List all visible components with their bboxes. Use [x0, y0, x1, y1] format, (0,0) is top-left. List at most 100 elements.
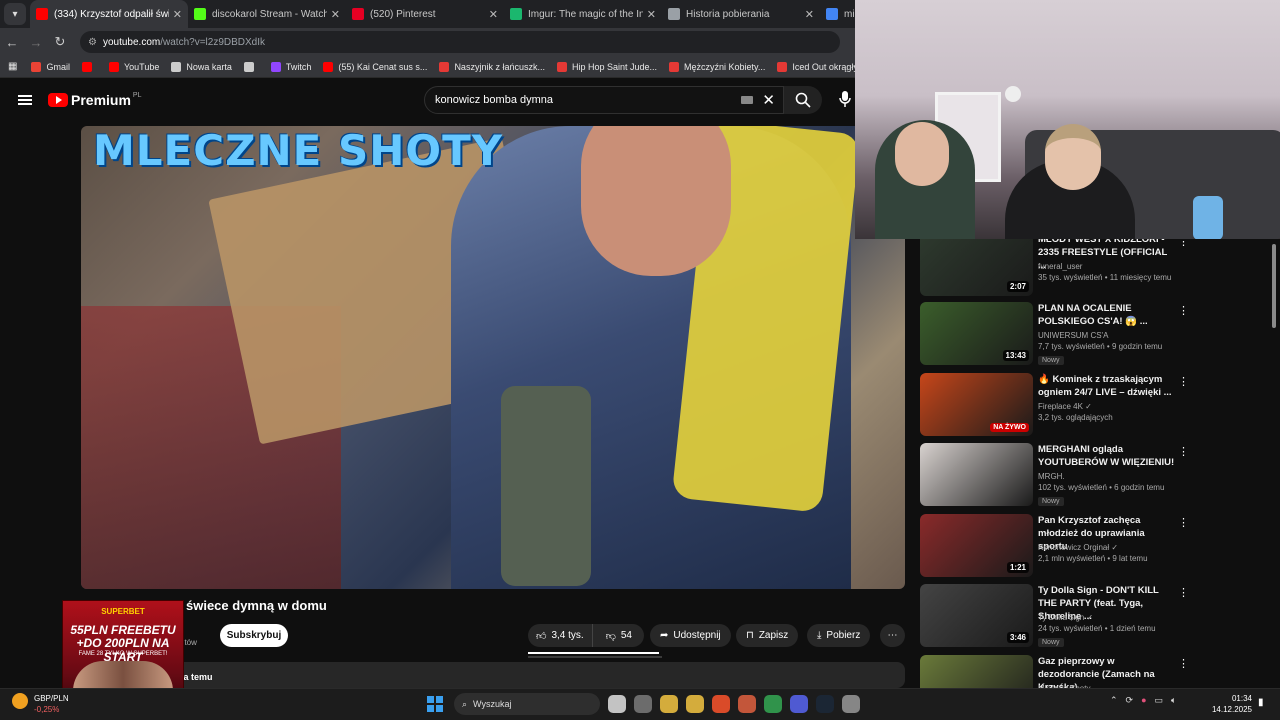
video-thumbnail[interactable]: 3:46 — [920, 584, 1033, 647]
address-bar[interactable]: ⚙ youtube.com/watch?v=l2z9DBDXdIk — [80, 31, 840, 53]
microphone-icon[interactable]: ● — [1141, 695, 1146, 706]
like-button[interactable]: 👍︎ 3,4 tys. — [528, 624, 593, 647]
subscribe-button[interactable]: Subskrybuj — [220, 624, 288, 647]
recommendation-channel[interactable]: MRGH. — [1038, 472, 1065, 481]
more-options-icon[interactable]: ⋮ — [1178, 657, 1189, 670]
recommendation-title[interactable]: PLAN NA OCALENIE POLSKIEGO CS'A! 😱 ... — [1038, 302, 1176, 328]
share-button[interactable]: ➦ Udostępnij — [650, 624, 731, 647]
keyboard-icon[interactable] — [741, 96, 753, 104]
youtube-premium-logo[interactable]: Premium PL — [48, 92, 141, 108]
recommendation-item[interactable]: NA ŻYWO 🔥 Kominek z trzaskającym ogniem … — [920, 373, 1195, 437]
bookmark-7[interactable]: Naszyjnik z łańcuszk... — [439, 61, 545, 72]
recommendation-item[interactable]: MERGHANI ogląda YOUTUBERÓW W WIĘZIENIU! … — [920, 443, 1195, 507]
tab-1[interactable]: discokarol Stream - Watch Live ✕ — [188, 0, 346, 28]
download-button[interactable]: ⤓ Pobierz — [807, 624, 871, 647]
more-options-icon[interactable]: ⋮ — [1178, 239, 1189, 248]
discord-icon[interactable] — [790, 695, 808, 713]
video-thumbnail[interactable]: 1:21 — [920, 514, 1033, 577]
tab-2[interactable]: (520) Pinterest ✕ — [346, 0, 504, 28]
bookmark-6[interactable]: (55) Kai Cenat sus s... — [323, 61, 427, 72]
recommendation-item[interactable]: Gaz pieprzowy w dezodorancie (Zamach na … — [920, 655, 1195, 689]
tab-5[interactable]: mid — [820, 0, 860, 28]
close-tab-icon[interactable]: ✕ — [173, 8, 182, 21]
more-options-icon[interactable]: ⋮ — [1178, 516, 1189, 529]
apps-icon[interactable]: ▦ — [8, 61, 17, 72]
bookmark-2[interactable]: YouTube — [108, 61, 159, 72]
settings-icon[interactable] — [842, 695, 860, 713]
start-icon[interactable] — [424, 693, 446, 715]
video-player[interactable]: MLECZNE SHOTY — [81, 126, 905, 589]
steam-icon[interactable] — [816, 695, 834, 713]
bookmark-9[interactable]: Mężczyźni Kobiety... — [669, 61, 765, 72]
currency-widget[interactable]: GBP/PLN -0,25% — [34, 693, 69, 715]
search-input[interactable]: konowicz bomba dymna ✕ — [424, 86, 784, 114]
save-button[interactable]: ⊓ Zapisz — [736, 624, 799, 647]
more-options-icon[interactable]: ⋮ — [1178, 304, 1189, 317]
chrome-icon[interactable] — [764, 695, 782, 713]
video-thumbnail[interactable]: 13:43 — [920, 302, 1033, 365]
folder-icon[interactable] — [686, 695, 704, 713]
more-options-icon[interactable]: ⋮ — [1178, 445, 1189, 458]
scrollbar[interactable] — [1272, 244, 1276, 328]
file-explorer-icon[interactable] — [608, 695, 626, 713]
video-thumbnail[interactable] — [920, 443, 1033, 506]
recommendation-title[interactable]: 🔥 Kominek z trzaskającym ogniem 24/7 LIV… — [1038, 373, 1176, 399]
show-hidden-icons[interactable]: ⌃ — [1110, 695, 1118, 706]
more-actions-button[interactable]: ⋯ — [880, 624, 905, 647]
site-info-icon[interactable]: ⚙ — [88, 37, 97, 48]
recommendation-item[interactable]: 2:07 MŁODY WEST X KIDZLORI - 2335 FREEST… — [920, 239, 1195, 297]
video-thumbnail[interactable]: NA ŻYWO — [920, 373, 1033, 436]
tab-search-button[interactable]: ▾ — [4, 3, 26, 25]
clock[interactable]: 01:34 14.12.2025 — [1210, 693, 1252, 715]
back-icon[interactable]: ← — [0, 35, 24, 50]
recommendation-channel[interactable]: Ty Dolla $ign ✓ — [1038, 613, 1093, 622]
recommendation-item[interactable]: 13:43 PLAN NA OCALENIE POLSKIEGO CS'A! 😱… — [920, 302, 1195, 366]
description-box[interactable]: lata temu — [81, 662, 905, 688]
more-options-icon[interactable]: ⋮ — [1178, 586, 1189, 599]
url-host: youtube.com — [102, 36, 161, 48]
taskbar-search[interactable]: ⌕ Wyszukaj — [454, 693, 600, 715]
brave-icon[interactable] — [712, 695, 730, 713]
volume-icon[interactable]: 🔈︎ — [1171, 695, 1176, 706]
webcam-person-right-head — [1045, 124, 1101, 190]
recommendation-item[interactable]: 1:21 Pan Krzysztof zachęca młodzież do u… — [920, 514, 1195, 578]
bookmark-3[interactable]: Nowa karta — [171, 61, 232, 72]
notifications-icon[interactable]: ▮ — [1258, 697, 1264, 708]
network-icon[interactable]: ▭ — [1155, 695, 1164, 706]
task-view-icon[interactable] — [634, 695, 652, 713]
store-icon[interactable] — [660, 695, 678, 713]
widgets-icon[interactable] — [12, 693, 28, 709]
close-tab-icon[interactable]: ✕ — [331, 8, 340, 21]
recommendation-channel[interactable]: UNIWERSUM CS'A — [1038, 331, 1108, 340]
sync-icon[interactable]: ⟳ — [1126, 695, 1134, 706]
bookmark-5[interactable]: Twitch — [270, 61, 311, 72]
video-thumbnail[interactable]: 2:07 — [920, 239, 1033, 296]
more-options-icon[interactable]: ⋮ — [1178, 375, 1189, 388]
bookmark-0[interactable]: Gmail — [31, 61, 70, 72]
search-button[interactable] — [784, 86, 822, 114]
voice-search-icon[interactable] — [836, 90, 854, 110]
recommendation-item[interactable]: 3:46 Ty Dolla Sign - DON'T KILL THE PART… — [920, 584, 1195, 648]
bookmark-1[interactable] — [81, 61, 97, 72]
bookmark-8[interactable]: Hip Hop Saint Jude... — [556, 61, 657, 72]
recommendation-channel[interactable]: Kononowicz Orginał ✓ — [1038, 543, 1118, 552]
tab-3[interactable]: Imgur: The magic of the Interne ✕ — [504, 0, 662, 28]
reload-icon[interactable]: ↻ — [48, 34, 72, 50]
close-tab-icon[interactable]: ✕ — [489, 8, 498, 21]
tab-0[interactable]: (334) Krzysztof odpalił świe ✕ — [30, 0, 188, 28]
search-icon: ⌕ — [462, 698, 468, 709]
recommendation-channel[interactable]: Fireplace 4K ✓ — [1038, 402, 1092, 411]
recommendation-title[interactable]: MERGHANI ogląda YOUTUBERÓW W WIĘZIENIU! — [1038, 443, 1176, 469]
menu-icon[interactable] — [18, 95, 32, 105]
recommendation-channel[interactable]: funeral_user — [1038, 262, 1082, 271]
dislike-button[interactable]: 👎︎ 54 — [598, 630, 640, 642]
app-icon[interactable] — [738, 695, 756, 713]
close-tab-icon[interactable]: ✕ — [647, 8, 656, 21]
clear-search-icon[interactable]: ✕ — [762, 91, 775, 109]
close-tab-icon[interactable]: ✕ — [805, 8, 814, 21]
tab-4[interactable]: Historia pobierania ✕ — [662, 0, 820, 28]
bookmark-4[interactable] — [243, 61, 259, 72]
more-icon: ⋯ — [887, 630, 898, 641]
video-thumbnail[interactable] — [920, 655, 1033, 689]
forward-icon[interactable]: → — [24, 35, 48, 50]
